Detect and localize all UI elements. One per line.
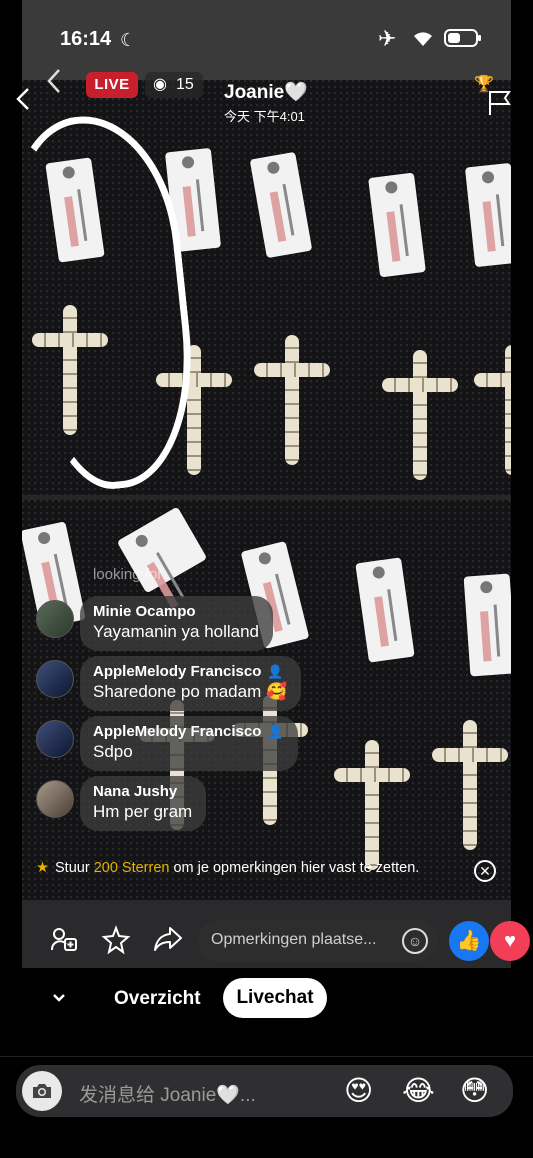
avatar[interactable] <box>36 660 74 698</box>
comment-text: Hm per gram <box>93 802 193 821</box>
comment-author: Minie Ocampo <box>93 603 196 620</box>
viewer-count-badge: ◉ 15 <box>145 72 203 98</box>
airplane-icon: ✈ <box>378 26 397 51</box>
heart-icon: ♥ <box>504 930 516 952</box>
laughing-emoji-button[interactable]: 😂 <box>402 1074 435 1107</box>
moon-icon: ☾ <box>120 30 137 50</box>
comment-bubble[interactable]: Nana Jushy Hm per gram <box>80 776 207 831</box>
avatar[interactable] <box>36 780 74 818</box>
wifi-icon <box>412 30 434 53</box>
stars-icon[interactable] <box>101 925 131 962</box>
broadcast-time: 今天 下午4:01 <box>224 109 305 124</box>
comment-text: Yayamanin ya holland <box>93 622 260 641</box>
love-button[interactable]: ♥ <box>490 921 530 961</box>
tab-livechat[interactable]: Livechat <box>223 978 327 1018</box>
avatar[interactable] <box>36 600 74 638</box>
pin-comment-hint[interactable]: ★ Stuur 200 Sterren om je opmerkingen hie… <box>36 860 419 876</box>
eye-icon: ◉ <box>153 76 167 93</box>
heart-eyes-emoji-button[interactable]: 😍 <box>344 1074 373 1107</box>
camera-button[interactable] <box>22 1071 62 1111</box>
tab-overview[interactable]: Overzicht <box>114 988 201 1010</box>
emoji-icon[interactable]: ☺ <box>402 928 428 954</box>
live-badge: LIVE <box>86 72 138 98</box>
share-icon[interactable] <box>153 925 183 960</box>
comment-input[interactable]: Opmerkingen plaatse... ☺ <box>198 920 438 962</box>
host-name[interactable]: Joanie🤍 <box>224 80 308 104</box>
status-bar: 16:14 ☾ ✈ <box>0 20 533 60</box>
comment-text: Sdpo <box>93 742 133 761</box>
top-fan-icon: 👤 <box>267 664 284 679</box>
thumbs-up-icon: 👍 <box>456 930 482 952</box>
close-icon[interactable]: ✕ <box>474 860 496 882</box>
faded-comment: looking for <box>93 566 163 583</box>
divider <box>0 1056 533 1057</box>
like-button[interactable]: 👍 <box>449 921 489 961</box>
back-button[interactable] <box>16 86 30 118</box>
battery-icon <box>444 28 482 53</box>
comment-bubble[interactable]: Minie Ocampo Yayamanin ya holland <box>80 596 274 651</box>
clock: 16:14 <box>60 28 112 50</box>
viewer-count: 15 <box>176 76 194 93</box>
comment-bubble[interactable]: AppleMelody Francisco 👤 Sharedone po mada… <box>80 656 302 711</box>
pin-hint-prefix: Stuur <box>55 860 94 876</box>
comment-author: Nana Jushy <box>93 783 178 800</box>
comment-placeholder: Opmerkingen plaatse... <box>211 931 377 948</box>
star-icon: ★ <box>36 860 49 876</box>
message-bar: 发消息给 Joanie🤍... 😍 😂 😳 <box>16 1065 513 1117</box>
flushed-emoji-button[interactable]: 😳 <box>460 1074 489 1107</box>
comment-author: AppleMelody Francisco <box>93 723 262 740</box>
pin-hint-suffix: om je opmerkingen hier vast te zetten. <box>169 860 420 876</box>
report-flag-icon[interactable] <box>487 88 513 123</box>
comment-text: Sharedone po madam 🥰 <box>93 682 288 701</box>
price-tag <box>463 573 511 677</box>
avatar[interactable] <box>36 720 74 758</box>
comment-author: AppleMelody Francisco <box>93 663 262 680</box>
pin-hint-stars: 200 Sterren <box>93 860 170 876</box>
invite-people-icon[interactable] <box>50 925 78 960</box>
exit-live-button[interactable] <box>47 68 61 101</box>
comment-bubble[interactable]: AppleMelody Francisco 👤 Sdpo <box>80 716 298 771</box>
top-fan-icon: 👤 <box>267 724 284 739</box>
message-input[interactable]: 发消息给 Joanie🤍... <box>79 1080 256 1107</box>
chevron-down-icon[interactable] <box>52 987 66 1008</box>
